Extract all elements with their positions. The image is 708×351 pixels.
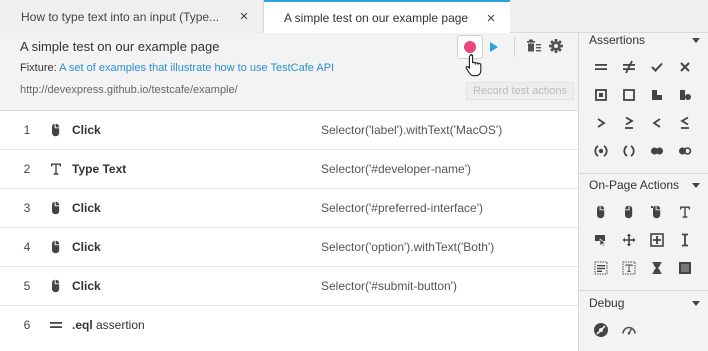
set-speed-icon[interactable] [621,322,637,338]
test-title: A simple test on our example page [20,39,220,54]
toolbar-divider [514,37,515,57]
actions-panel: Assertions On-Page Actions Debug [578,33,708,351]
step-number: 5 [23,279,31,293]
step-name: Type Text [72,162,127,176]
not-eql-assertion-icon[interactable] [621,59,637,75]
test-step[interactable]: 2 Type Text Selector('#developer-name') [0,150,578,189]
drag-to-element-action-icon[interactable] [649,232,665,248]
not-contains-assertion-icon[interactable] [621,87,637,103]
eql-assertion-icon[interactable] [593,59,609,75]
fixture-label: Fixture: [20,62,57,74]
assertions-title: Assertions [589,33,646,47]
drag-action-icon[interactable] [621,232,637,248]
test-step[interactable]: 3 Click Selector('#preferred-interface') [0,189,578,228]
mouse-click-icon [52,279,60,293]
step-number: 1 [23,123,31,137]
equals-icon [50,322,62,328]
record-icon [464,41,476,53]
not-within-assertion-icon[interactable] [621,143,637,159]
chevron-down-icon [692,301,700,306]
lte-assertion-icon[interactable] [677,115,693,131]
tab-bar: How to type text into an input (Type... … [0,0,708,34]
not-type-of-assertion-icon[interactable] [677,87,693,103]
gte-assertion-icon[interactable] [621,115,637,131]
step-name: Click [72,123,101,137]
lt-assertion-icon[interactable] [649,115,665,131]
play-icon[interactable] [488,40,500,54]
close-icon[interactable]: × [484,11,498,26]
chevron-down-icon [692,38,700,43]
not-ok-assertion-icon[interactable] [677,59,693,75]
fixture-info: Fixture: A set of examples that illustra… [20,62,334,74]
step-name: Click [72,240,101,254]
step-number: 4 [23,240,31,254]
assertions-header[interactable]: Assertions [579,33,708,55]
assertion-method: .eql [72,318,93,332]
type-of-assertion-icon[interactable] [649,87,665,103]
debug-title: Debug [589,296,625,310]
fixture-link[interactable]: A set of examples that illustrate how to… [59,62,334,74]
step-selector: Selector('#preferred-interface') [321,201,483,215]
panel-divider [579,290,708,291]
test-step[interactable]: 4 Click Selector('option').withText('Bot… [0,228,578,267]
chevron-down-icon [692,183,700,188]
not-match-assertion-icon[interactable] [677,143,693,159]
right-click-action-icon[interactable] [621,204,637,220]
mouse-click-icon [52,201,60,215]
select-textarea-content-icon[interactable] [593,260,609,276]
mouse-click-icon [52,123,60,137]
delete-test-icon[interactable] [526,38,542,54]
type-text-action-icon[interactable] [677,204,693,220]
step-name: .eql assertion [72,318,145,332]
step-selector: Selector('#submit-button') [321,279,457,293]
gear-icon[interactable] [548,38,564,54]
debug-header[interactable]: Debug [579,296,708,318]
tab-simple-test[interactable]: A simple test on our example page × [264,0,510,34]
tab-label: A simple test on our example page [284,11,469,25]
hand-cursor-icon [465,53,482,77]
step-number: 3 [23,201,31,215]
close-icon[interactable]: × [237,9,251,24]
step-number: 6 [23,318,31,332]
mouse-click-icon [52,240,60,254]
test-step[interactable]: 6 .eql assertion [0,306,578,345]
ok-assertion-icon[interactable] [649,59,665,75]
match-assertion-icon[interactable] [649,143,665,159]
assertion-suffix: assertion [92,318,145,332]
onpage-actions-header[interactable]: On-Page Actions [579,178,708,200]
step-selector: Selector('#developer-name') [321,162,471,176]
select-text-action-icon[interactable] [677,232,693,248]
test-step[interactable]: 5 Click Selector('#submit-button') [0,267,578,306]
double-click-action-icon[interactable] [649,204,665,220]
onpage-actions-title: On-Page Actions [589,178,680,192]
step-selector: Selector('option').withText('Both') [321,240,495,254]
test-step[interactable]: 1 Click Selector('label').withText('MacO… [0,111,578,150]
type-text-icon [51,163,61,175]
step-name: Click [72,201,101,215]
contains-assertion-icon[interactable] [593,87,609,103]
within-assertion-icon[interactable] [593,143,609,159]
tab-type-text-example[interactable]: How to type text into an input (Type... … [0,0,264,33]
click-action-icon[interactable] [593,204,609,220]
page-url: http://devexpress.github.io/testcafe/exa… [20,84,238,96]
select-editable-content-icon[interactable] [621,260,637,276]
debug-icon[interactable] [593,322,609,338]
record-tooltip: Record test actions [466,82,574,100]
step-number: 2 [23,162,31,176]
wait-action-icon[interactable] [649,260,665,276]
tab-label: How to type text into an input (Type... [21,9,220,24]
step-selector: Selector('label').withText('MacOS') [321,123,503,137]
hover-action-icon[interactable] [593,232,609,248]
test-steps-list: 1 Click Selector('label').withText('MacO… [0,111,578,351]
gt-assertion-icon[interactable] [593,115,609,131]
take-screenshot-action-icon[interactable] [677,260,693,276]
panel-divider [579,173,708,174]
step-name: Click [72,279,101,293]
